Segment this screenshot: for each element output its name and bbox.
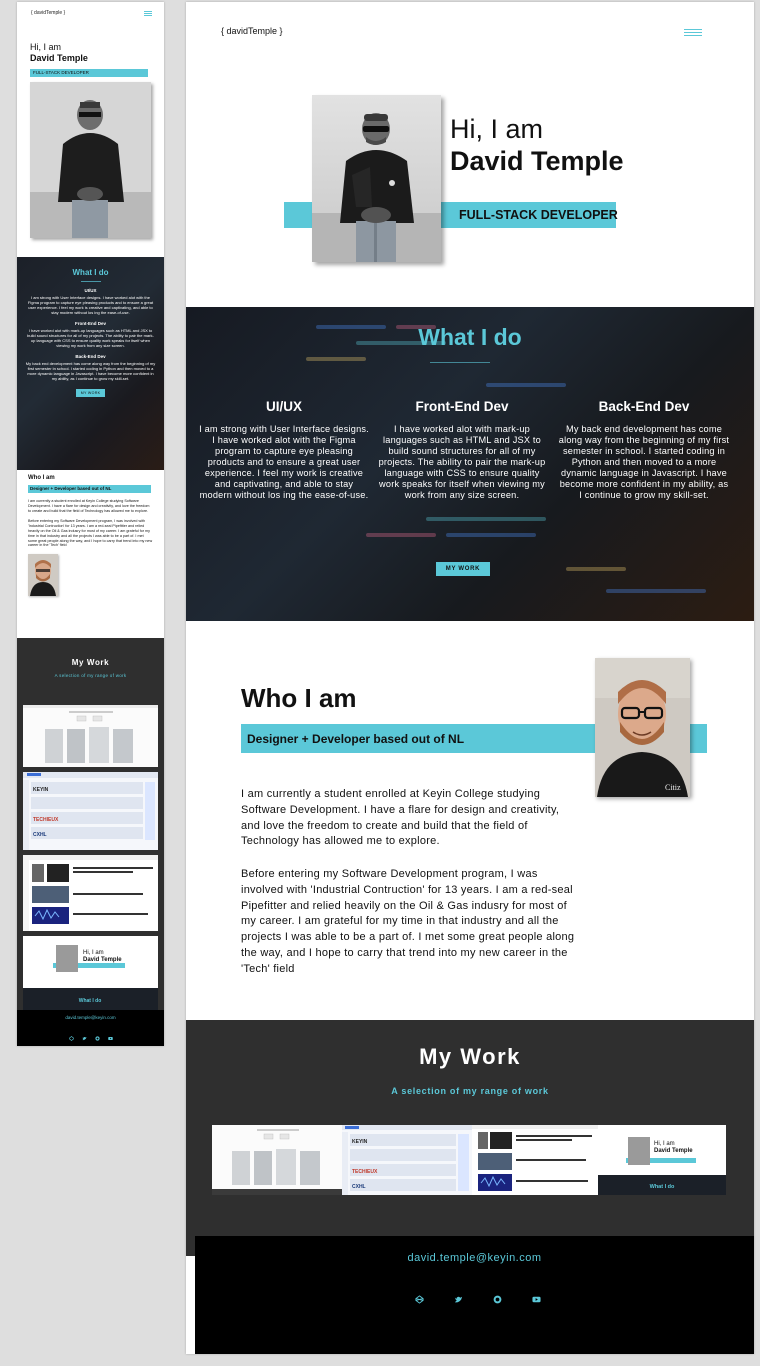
mobile-header: { davidTemple } (17, 2, 164, 24)
github-icon[interactable] (493, 1291, 502, 1304)
work-section: My Work A selection of my range of work (186, 1020, 754, 1256)
mobile-uiux-text: I am strong with User Interface designs.… (27, 295, 154, 315)
social-icons (415, 1291, 541, 1304)
hero-greeting: Hi, I am (450, 114, 544, 144)
mobile-backend-text: My back end development has come along w… (25, 361, 156, 381)
desktop-preview: { davidTemple } Hi, I am David Temple FU… (186, 2, 754, 1354)
mobile-hero-role: FULL-STACK DEVELOPER (30, 69, 148, 77)
frontend-text: I have worked alot with mark-up language… (378, 424, 546, 500)
project-thumbnail-portfolio[interactable]: Hi, I am David Temple (23, 936, 158, 988)
work-subtitle: A selection of my range of work (391, 1086, 549, 1096)
who-paragraph-2: Before entering my Software Development … (241, 868, 575, 975)
who-photo: Citiz (595, 658, 690, 797)
mobile-what-i-do-section: What I do UI/UX I am strong with User In… (17, 257, 164, 470)
mobile-who-para1: I am currently a student enrolled at Key… (28, 499, 150, 513)
who-title: Who I am (241, 683, 357, 713)
mobile-backend-title: Back-End Dev (75, 354, 106, 359)
mobile-frontend-text: I have worked alot with mark-up language… (27, 328, 154, 348)
youtube-icon[interactable] (107, 1028, 113, 1040)
project-thumbnail-news[interactable] (23, 855, 158, 931)
project-carousel: KEYIN TECHIEUX CXHL Hi, I am David Templ… (212, 1125, 726, 1195)
menu-icon[interactable] (144, 10, 152, 16)
divider (80, 281, 101, 282)
svg-text:KEYIN: KEYIN (352, 1139, 368, 1145)
codepen-icon[interactable] (68, 1028, 74, 1041)
mobile-who-section: Who I am Designer + Developer based out … (17, 475, 164, 597)
svg-text:CXHL: CXHL (33, 832, 47, 838)
svg-text:David Temple: David Temple (83, 957, 122, 963)
project-thumbnail-fridge[interactable] (23, 705, 158, 767)
uiux-text: I am strong with User Interface designs.… (199, 424, 369, 500)
svg-text:Hi, I am: Hi, I am (654, 1141, 675, 1147)
hero-name: David Temple (450, 146, 624, 176)
hero-role: FULL-STACK DEVELOPER (459, 208, 618, 222)
hero-photo (312, 95, 441, 262)
what-i-do-section: What I do UI/UX I am strong with User In… (186, 307, 754, 621)
desktop-header: { davidTemple } (186, 2, 754, 60)
svg-text:KEYIN: KEYIN (33, 787, 49, 793)
who-section: Who I am Designer + Developer based out … (186, 621, 754, 1020)
work-title: My Work (419, 1044, 521, 1069)
codepen-icon[interactable] (415, 1291, 424, 1304)
project-thumbnail-fridge[interactable] (212, 1125, 342, 1195)
mobile-social-icons (17, 1028, 164, 1041)
who-subtitle: Designer + Developer based out of NL (247, 732, 465, 746)
twitter-icon[interactable] (82, 1028, 87, 1041)
mobile-who-title: Who I am (28, 475, 55, 481)
site-footer: david.temple@keyin.com (195, 1236, 754, 1354)
svg-text:CXHL: CXHL (352, 1184, 366, 1190)
mobile-hero: Hi, I am David Temple FULL-STACK DEVELOP… (17, 24, 164, 238)
mobile-hero-name: David Temple (30, 53, 88, 63)
svg-text:What I do: What I do (79, 998, 102, 1004)
footer-email[interactable]: david.temple@keyin.com (195, 1252, 754, 1264)
mobile-footer: david.temple@keyin.com (17, 1010, 164, 1046)
project-thumbnail-job-listings[interactable]: KEYIN TECHIEUX CXHL (342, 1125, 472, 1195)
mobile-who-para2: Before entering my Software Development … (28, 519, 153, 548)
mobile-who-subtitle: Designer + Developer based out of NL (28, 485, 151, 493)
mobile-who-photo (28, 554, 58, 597)
uiux-column: UI/UX I am strong with User Interface de… (198, 399, 370, 501)
svg-text:Hi, I am: Hi, I am (83, 950, 104, 956)
mobile-hero-greeting: Hi, I am (30, 42, 62, 52)
hero-section: Hi, I am David Temple FULL-STACK DEVELOP… (186, 60, 754, 307)
mobile-work-title: My Work (71, 658, 110, 667)
mobile-my-work-button[interactable]: MY WORK (75, 389, 106, 397)
site-logo[interactable]: { davidTemple } (221, 26, 283, 36)
mobile-logo[interactable]: { davidTemple } (31, 10, 65, 16)
mobile-footer-email[interactable]: david.temple@keyin.com (17, 1015, 164, 1020)
twitter-icon[interactable] (454, 1291, 463, 1303)
github-icon[interactable] (94, 1028, 100, 1041)
frontend-title: Front-End Dev (415, 399, 509, 414)
my-work-button[interactable]: MY WORK (436, 562, 490, 576)
backend-text: My back end development has come along w… (558, 424, 730, 500)
svg-text:Citiz: Citiz (665, 783, 681, 792)
project-thumbnail-news[interactable] (472, 1125, 598, 1195)
svg-text:TECHIEUX: TECHIEUX (33, 817, 59, 823)
project-thumbnail-portfolio-section: What I do (23, 988, 158, 1010)
frontend-column: Front-End Dev I have worked alot with ma… (376, 399, 548, 501)
what-i-do-title: What I do (418, 324, 522, 350)
mobile-what-i-do-title: What I do (72, 268, 109, 277)
svg-text:What I do: What I do (650, 1184, 675, 1190)
mobile-uiux-title: UI/UX (84, 288, 97, 293)
project-thumbnail-portfolio[interactable]: Hi, I am David Temple What I do (598, 1125, 726, 1195)
svg-text:TECHIEUX: TECHIEUX (352, 1169, 378, 1175)
backend-column: Back-End Dev My back end development has… (558, 399, 730, 501)
mobile-hero-photo (30, 82, 151, 238)
uiux-title: UI/UX (265, 399, 302, 414)
svg-text:David Temple: David Temple (654, 1148, 693, 1154)
project-thumbnail-job-listings[interactable]: KEYIN TECHIEUX CXHL (23, 772, 158, 850)
mobile-frontend-title: Front-End Dev (75, 321, 106, 326)
divider (430, 362, 490, 363)
who-paragraph-1: I am currently a student enrolled at Key… (241, 788, 560, 848)
youtube-icon[interactable] (532, 1291, 541, 1303)
backend-title: Back-End Dev (598, 399, 690, 414)
menu-icon[interactable] (684, 29, 702, 36)
mobile-work-subtitle: A selection of my range of work (54, 673, 127, 678)
mobile-work-section: My Work A selection of my range of work (17, 638, 164, 1010)
mobile-preview: { davidTemple } Hi, I am David Temple FU… (17, 2, 164, 1046)
